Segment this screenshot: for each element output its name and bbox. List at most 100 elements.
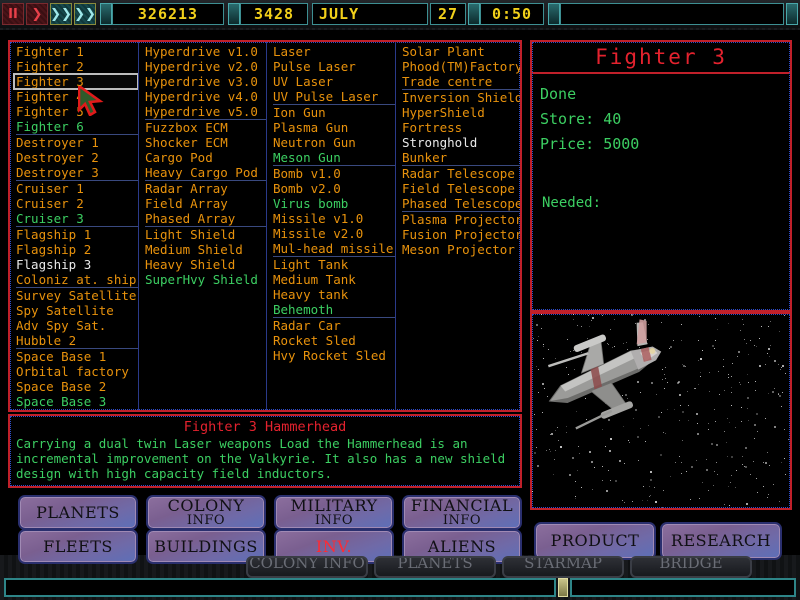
inventory-item[interactable]: Stronghold [402,135,520,150]
inventory-item[interactable]: Bomb v2.0 [273,181,395,196]
inventory-item[interactable]: Inversion Shield [401,89,520,105]
inventory-item[interactable]: Plasma Gun [273,120,395,135]
inventory-item[interactable]: Hyperdrive v3.0 [145,74,266,89]
inventory-item[interactable]: Flagship 1 [16,226,138,242]
inventory-item[interactable]: Fighter 2 [16,59,138,74]
inventory-item[interactable]: Trade centre [402,74,520,89]
inventory-item[interactable]: Space Base 2 [16,379,138,394]
colony-info-bottom-button[interactable]: COLONY INFO [246,556,368,578]
inventory-item[interactable]: Meson Gun [273,150,395,165]
inventory-item[interactable]: Bomb v1.0 [272,165,395,181]
play-button-glyph: ❯ [31,6,43,22]
bridge-bottom-button[interactable]: BRIDGE [630,556,752,578]
inventory-item[interactable]: Fighter 4 [16,89,138,104]
inventory-item[interactable]: Hubble 2 [16,333,138,348]
inventory-item[interactable]: Destroyer 2 [16,150,138,165]
ship-preview-viewport [530,312,792,510]
play-button[interactable]: ❯ [26,3,48,25]
inventory-item[interactable]: Bunker [402,150,520,165]
inventory-item[interactable]: Ion Gun [272,104,395,120]
inventory-item[interactable]: Virus bomb [273,196,395,211]
research-button[interactable]: RESEARCH [660,522,782,560]
planets-button[interactable]: PLANETS [18,495,138,530]
inventory-item[interactable]: Field Telescope [402,181,520,196]
inventory-item[interactable]: Fighter 5 [16,104,138,119]
inventory-item[interactable]: Flagship 3 [16,257,138,272]
planets-bottom-button[interactable]: PLANETS [374,556,496,578]
inventory-item[interactable]: Meson Projector [402,242,520,257]
inventory-item[interactable]: Cruiser 3 [16,211,138,226]
store-stat: Store: 40 [540,107,782,132]
inventory-item[interactable]: Fuzzbox ECM [144,119,266,135]
inventory-item[interactable]: UV Laser [273,74,395,89]
starmap-bottom-button[interactable]: STARMAP [502,556,624,578]
inventory-item[interactable]: Coloniz at. ship [16,272,138,287]
store-label: Store: [540,110,595,128]
inventory-item[interactable]: Radar Telescope [401,165,520,181]
inventory-item[interactable]: Cruiser 1 [16,180,138,196]
inventory-item[interactable]: Radar Array [144,180,266,196]
inventory-item[interactable]: Shocker ECM [145,135,266,150]
inventory-item[interactable]: Survey Satellite [16,287,138,303]
inventory-item[interactable]: Flagship 2 [16,242,138,257]
inventory-item[interactable]: Heavy Shield [145,257,266,272]
pause-button-glyph: II [8,6,18,22]
credits-lcd-cap [100,3,112,25]
inventory-item[interactable]: Hyperdrive v1.0 [145,44,266,59]
inventory-item[interactable]: Fusion Projector [402,227,520,242]
inventory-item[interactable]: Fighter 3 [13,73,138,90]
inventory-item[interactable]: Heavy tank [273,287,395,302]
product-button[interactable]: PRODUCT [534,522,656,560]
pause-button[interactable]: II [2,3,24,25]
inventory-item[interactable]: Radar Car [272,317,395,333]
inventory-item[interactable]: Mul-head missile [273,241,395,256]
fast-forward-button[interactable]: ❯❯ [50,3,72,25]
inventory-item[interactable]: Medium Shield [145,242,266,257]
inventory-item[interactable]: Fighter 6 [16,119,138,134]
inventory-item[interactable]: Missile v1.0 [273,211,395,226]
month-display: JULY [312,3,428,25]
inventory-item[interactable]: Destroyer 3 [16,165,138,180]
inventory-item[interactable]: Heavy Cargo Pod [145,165,266,180]
inventory-item[interactable]: Destroyer 1 [16,134,138,150]
colony-info-button[interactable]: COLONY INFO [146,495,266,530]
inventory-panel[interactable]: Fighter 1 Fighter 2 Fighter 3 Fighter 4 Figh… [8,40,522,412]
inventory-item[interactable]: Medium Tank [273,272,395,287]
inventory-item[interactable]: SuperHvy Shield [145,272,266,287]
inventory-item[interactable]: Light Shield [144,226,266,242]
military-info-button[interactable]: MILITARY INFO [274,495,394,530]
inventory-item[interactable]: Space Base 3 [16,394,138,409]
military-info-button-label: MILITARY [290,496,378,515]
military-info-button-sublabel: INFO [314,513,354,528]
inventory-item[interactable]: UV Pulse Laser [273,89,395,104]
financial-info-button[interactable]: FINANCIAL INFO [402,495,522,530]
inventory-item[interactable]: Cruiser 2 [16,196,138,211]
inventory-item[interactable]: Rocket Sled [273,333,395,348]
inventory-item[interactable]: Pulse Laser [273,59,395,74]
inventory-item[interactable]: Laser [273,44,395,59]
inventory-item[interactable]: Phased Telescope [402,196,520,211]
inventory-item[interactable]: Spy Satellite [16,303,138,318]
inventory-item[interactable]: HyperShield [402,105,520,120]
inventory-item[interactable]: Behemoth [273,302,395,317]
inventory-item[interactable]: Hyperdrive v5.0 [145,104,266,119]
inventory-item[interactable]: Space Base 1 [16,348,138,364]
inventory-item[interactable]: Cargo Pod [145,150,266,165]
inventory-item[interactable]: Adv Spy Sat. [16,318,138,333]
inventory-item[interactable]: Neutron Gun [273,135,395,150]
inventory-item[interactable]: Orbital factory [16,364,138,379]
inventory-item[interactable]: Missile v2.0 [273,226,395,241]
inventory-item[interactable]: Fighter 1 [16,44,138,59]
inventory-item[interactable]: Field Array [145,196,266,211]
fleets-button[interactable]: FLEETS [18,529,138,564]
inventory-item[interactable]: Hyperdrive v2.0 [145,59,266,74]
inventory-item[interactable]: Fortress [402,120,520,135]
inventory-item[interactable]: Plasma Projector [401,211,520,227]
inventory-item[interactable]: Phased Array [145,211,266,226]
inventory-item[interactable]: Hyperdrive v4.0 [145,89,266,104]
inventory-item[interactable]: Solar Plant [402,44,520,59]
inventory-item[interactable]: Hvy Rocket Sled [273,348,395,363]
inventory-item[interactable]: Light Tank [272,256,395,272]
inventory-item[interactable]: Phood(TM)Factory [402,59,520,74]
ultra-forward-button[interactable]: ❯❯ [74,3,96,25]
